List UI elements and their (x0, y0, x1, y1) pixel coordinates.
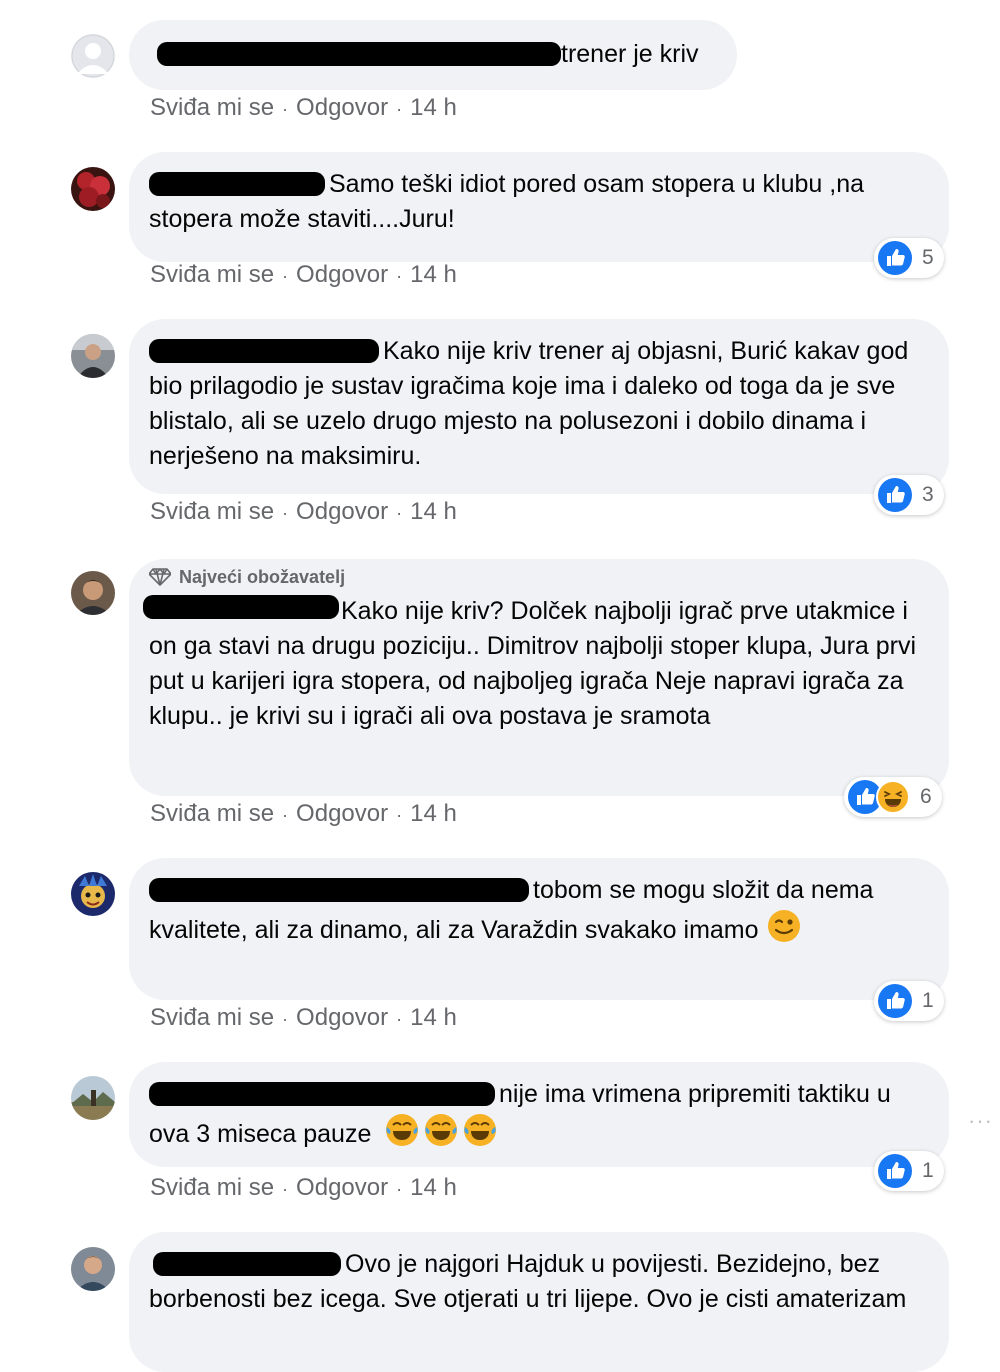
comment-bubble: tobom se mogu složit da nema kvalitete, … (129, 858, 949, 1000)
badge-label: Najveći obožavatelj (179, 567, 346, 587)
comment-bubble: Ovo je najgori Hajduk u povijesti. Bezid… (129, 1232, 949, 1372)
timestamp[interactable]: 14 h (410, 94, 457, 121)
commenter-name-redacted[interactable] (149, 872, 533, 902)
timestamp[interactable]: 14 h (410, 800, 457, 827)
avatar[interactable] (71, 334, 115, 378)
comment-text: trener je kriv (561, 40, 699, 68)
person-avatar-icon (71, 1247, 115, 1291)
avatar[interactable] (71, 571, 115, 615)
like-link[interactable]: Sviđa mi se (150, 1174, 274, 1201)
comment-actions: Sviđa mi se · Odgovor · 14 h (150, 1174, 457, 1201)
timestamp[interactable]: 14 h (410, 498, 457, 525)
like-link[interactable]: Sviđa mi se (150, 261, 274, 288)
tears-of-joy-emoji-icon (384, 1112, 500, 1158)
commenter-name-redacted[interactable] (149, 1076, 499, 1106)
comment-actions: Sviđa mi se · Odgovor · 14 h (150, 94, 457, 121)
comment-bubble: Najveći obožavatelj Kako nije kriv? Dolč… (129, 559, 949, 796)
reply-link[interactable]: Odgovor (296, 1004, 388, 1031)
reply-link[interactable]: Odgovor (296, 94, 388, 121)
avatar[interactable] (71, 1076, 115, 1120)
landscape-avatar-icon (71, 1076, 115, 1120)
timestamp[interactable]: 14 h (410, 1174, 457, 1201)
comment-bubble: Kako nije kriv trener aj objasni, Burić … (129, 319, 949, 494)
reaction-count: 6 (920, 785, 932, 808)
commenter-name-redacted[interactable] (143, 593, 341, 623)
like-icon (878, 1154, 912, 1188)
like-icon (878, 241, 912, 275)
reaction-summary[interactable]: 6 (844, 777, 942, 817)
cartoon-avatar-icon (71, 872, 115, 916)
reply-link[interactable]: Odgovor (296, 800, 388, 827)
diamond-icon (149, 568, 171, 586)
comment-actions: Sviđa mi se · Odgovor · 14 h (150, 498, 457, 525)
commenter-name-redacted[interactable] (149, 1246, 345, 1276)
reaction-count: 1 (922, 989, 934, 1012)
reply-link[interactable]: Odgovor (296, 261, 388, 288)
like-icon (878, 984, 912, 1018)
like-link[interactable]: Sviđa mi se (150, 498, 274, 525)
commenter-name-redacted[interactable] (149, 36, 561, 66)
reaction-count: 3 (922, 483, 934, 506)
haha-icon (876, 780, 910, 814)
reaction-summary[interactable]: 3 (874, 475, 944, 515)
comment-actions: Sviđa mi se · Odgovor · 14 h (150, 800, 457, 827)
comment-bubble: nije ima vrimena pripremiti taktiku u ov… (129, 1062, 949, 1167)
reply-link[interactable]: Odgovor (296, 1174, 388, 1201)
reaction-count: 5 (922, 246, 934, 269)
roses-avatar-icon (71, 167, 115, 211)
commenter-name-redacted[interactable] (149, 333, 383, 363)
reaction-summary[interactable]: 1 (874, 1151, 944, 1191)
comment-actions: Sviđa mi se · Odgovor · 14 h (150, 1004, 457, 1031)
reply-link[interactable]: Odgovor (296, 498, 388, 525)
reaction-count: 1 (922, 1159, 934, 1182)
commenter-name-redacted[interactable] (149, 166, 329, 196)
like-link[interactable]: Sviđa mi se (150, 1004, 274, 1031)
reaction-summary[interactable]: 5 (874, 238, 944, 278)
reaction-summary[interactable]: 1 (874, 981, 944, 1021)
default-avatar-icon (71, 34, 115, 78)
avatar[interactable] (71, 872, 115, 916)
timestamp[interactable]: 14 h (410, 1004, 457, 1031)
timestamp[interactable]: 14 h (410, 261, 457, 288)
person-avatar-icon (71, 334, 115, 378)
more-options-icon[interactable]: ··· (968, 1108, 993, 1134)
like-link[interactable]: Sviđa mi se (150, 94, 274, 121)
avatar[interactable] (71, 167, 115, 211)
comment-actions: Sviđa mi se · Odgovor · 14 h (150, 261, 457, 288)
like-link[interactable]: Sviđa mi se (150, 800, 274, 827)
comment-bubble: trener je kriv (129, 20, 737, 90)
comment-bubble: Samo teški idiot pored osam stopera u kl… (129, 152, 949, 262)
top-fan-badge[interactable]: Najveći obožavatelj (149, 565, 929, 589)
person-avatar-icon (71, 571, 115, 615)
wink-emoji-icon (766, 908, 802, 954)
like-icon (878, 478, 912, 512)
avatar[interactable] (71, 1247, 115, 1291)
avatar[interactable] (71, 34, 115, 78)
